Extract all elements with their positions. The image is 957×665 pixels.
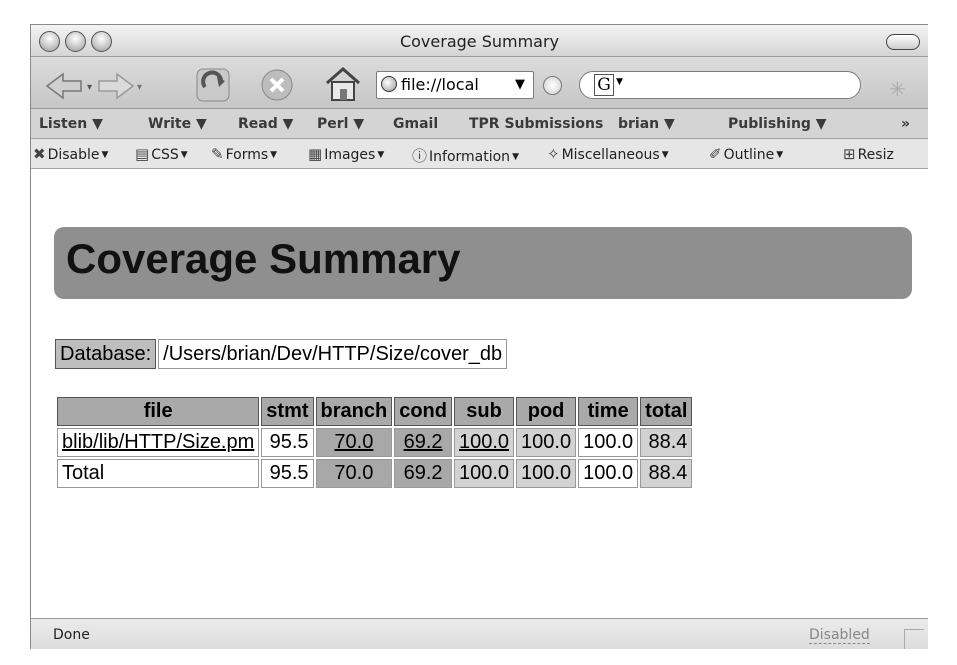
header-sub: sub	[453, 397, 515, 426]
devbar-images[interactable]: ▦ Images ▼	[308, 145, 384, 163]
spinner-icon: ✳	[889, 77, 906, 101]
url-field[interactable]: file://local ▼	[376, 71, 534, 99]
bookmark-read[interactable]: Read ▼	[238, 116, 293, 132]
cell-total: 88.4	[640, 428, 693, 457]
bookmarks-bar: Listen ▼ Write ▼ Read ▼ Perl ▼ Gmail TPR…	[31, 109, 928, 139]
cell-sub: 100.0	[453, 459, 515, 488]
go-icon[interactable]	[543, 76, 562, 95]
disable-icon: ✖	[33, 145, 46, 163]
resize-icon: ⊞	[843, 145, 856, 163]
information-icon: ⓘ	[412, 147, 428, 165]
status-text: Done	[53, 627, 90, 643]
database-value: /Users/brian/Dev/HTTP/Size/cover_db	[158, 339, 508, 369]
devbar-disable-label: Disable	[47, 147, 100, 163]
bookmark-tpr-submissions[interactable]: TPR Submissions	[469, 116, 603, 132]
cell-time: 100.0	[578, 459, 639, 488]
devbar-forms-label: Forms	[225, 147, 269, 163]
bookmark-brian[interactable]: brian ▼	[618, 116, 675, 132]
header-cond: cond	[394, 397, 452, 426]
page-content: Coverage Summary Database: /Users/brian/…	[31, 169, 928, 618]
back-icon[interactable]: ▾	[43, 71, 95, 101]
cond-link[interactable]: 69.2	[404, 431, 443, 453]
cell-cond: 69.2	[394, 459, 452, 488]
devbar-forms[interactable]: ✎ Forms ▼	[211, 145, 277, 163]
header-total: total	[640, 397, 693, 426]
cell-stmt: 95.5	[261, 428, 314, 457]
devbar-information-label: Information	[429, 149, 511, 165]
title-bar: Coverage Summary	[31, 25, 928, 57]
window-title: Coverage Summary	[399, 32, 560, 51]
google-icon[interactable]: G	[594, 74, 614, 96]
miscellaneous-icon: ✧	[547, 145, 560, 163]
devbar-disable[interactable]: ✖ Disable ▼	[33, 145, 108, 163]
heading-banner: Coverage Summary	[54, 227, 912, 299]
devbar-css-label: CSS	[151, 147, 179, 163]
file-link[interactable]: blib/lib/HTTP/Size.pm	[62, 431, 254, 453]
branch-link[interactable]: 70.0	[334, 431, 373, 453]
search-engine-dropdown-icon[interactable]: ▼	[616, 77, 623, 87]
cell-pod: 100.0	[516, 459, 577, 488]
forward-icon[interactable]: ▾	[95, 71, 147, 101]
resize-grip-icon[interactable]	[904, 629, 924, 649]
coverage-table: file stmt branch cond sub pod time total…	[55, 395, 694, 490]
cell-cond: 69.2	[394, 428, 452, 457]
reload-icon[interactable]	[195, 67, 231, 103]
page-title: Coverage Summary	[66, 235, 461, 282]
bookmark-gmail[interactable]: Gmail	[393, 116, 438, 132]
sub-link[interactable]: 100.0	[459, 431, 509, 453]
cell-total: 88.4	[640, 459, 693, 488]
toolbar-toggle-button[interactable]	[886, 34, 920, 50]
status-bar: Done Disabled	[31, 618, 928, 649]
outline-icon: ✐	[709, 145, 722, 163]
database-label: Database:	[55, 339, 157, 369]
cell-file: blib/lib/HTTP/Size.pm	[57, 428, 260, 457]
svg-text:▾: ▾	[137, 82, 142, 93]
navigation-toolbar: ▾ ▾ file://local ▼ G ▼ ✳	[31, 57, 928, 109]
cell-file: Total	[57, 459, 260, 488]
images-icon: ▦	[308, 145, 323, 163]
table-header-row: file stmt branch cond sub pod time total	[57, 397, 693, 426]
web-developer-toolbar: ✖ Disable ▼ ▤ CSS ▼ ✎ Forms ▼ ▦ Images ▼ ⓘ Inform…	[31, 139, 928, 169]
devbar-miscellaneous-label: Miscellaneous	[561, 147, 660, 163]
cell-sub: 100.0	[453, 428, 515, 457]
table-row: Total 95.5 70.0 69.2 100.0 100.0 100.0 8…	[57, 459, 693, 488]
bookmark-perl[interactable]: Perl ▼	[317, 116, 364, 132]
cell-pod: 100.0	[516, 428, 577, 457]
url-dropdown-icon[interactable]: ▼	[515, 72, 525, 97]
bookmark-listen[interactable]: Listen ▼	[39, 116, 103, 132]
devbar-css[interactable]: ▤ CSS ▼	[135, 145, 188, 163]
devbar-information[interactable]: ⓘ Information ▼	[412, 145, 519, 166]
database-row: Database: /Users/brian/Dev/HTTP/Size/cov…	[55, 339, 508, 369]
cell-branch: 70.0	[315, 428, 393, 457]
header-pod: pod	[516, 397, 577, 426]
devbar-outline[interactable]: ✐ Outline ▼	[709, 145, 783, 163]
stop-icon[interactable]	[259, 67, 295, 103]
css-icon: ▤	[135, 145, 150, 163]
devbar-miscellaneous[interactable]: ✧ Miscellaneous ▼	[547, 145, 669, 163]
web-developer-status[interactable]: Disabled	[809, 627, 870, 644]
url-text: file://local	[401, 75, 479, 94]
header-stmt: stmt	[261, 397, 314, 426]
header-time: time	[578, 397, 639, 426]
bookmark-write[interactable]: Write ▼	[148, 116, 207, 132]
header-branch: branch	[315, 397, 393, 426]
devbar-outline-label: Outline	[723, 147, 775, 163]
cell-stmt: 95.5	[261, 459, 314, 488]
devbar-images-label: Images	[324, 147, 376, 163]
home-icon[interactable]	[323, 65, 363, 103]
bookmark-publishing[interactable]: Publishing ▼	[728, 116, 827, 132]
devbar-resize-label: Resiz	[857, 147, 894, 163]
devbar-resize[interactable]: ⊞ Resiz	[843, 145, 894, 163]
svg-text:▾: ▾	[87, 82, 92, 93]
table-row: blib/lib/HTTP/Size.pm 95.5 70.0 69.2 100…	[57, 428, 693, 457]
forms-icon: ✎	[211, 145, 224, 163]
globe-icon	[381, 76, 397, 92]
cell-branch: 70.0	[315, 459, 393, 488]
search-field[interactable]: G ▼	[579, 71, 861, 99]
cell-time: 100.0	[578, 428, 639, 457]
header-file: file	[57, 397, 260, 426]
browser-window: Coverage Summary ▾ ▾ file://local ▼ G ▼ …	[30, 24, 928, 649]
bookmarks-overflow-button[interactable]: »	[901, 116, 910, 132]
